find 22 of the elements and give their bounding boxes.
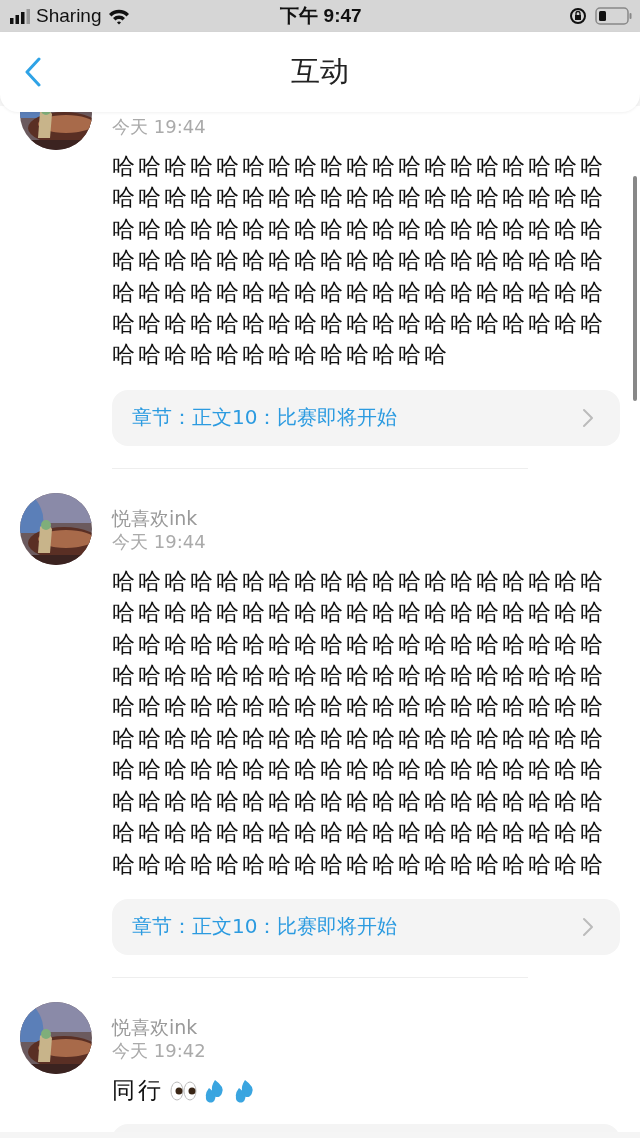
comment-text: 同行 <box>112 1075 164 1105</box>
chevron-icon <box>582 916 594 937</box>
carrier-name: Sharing <box>36 5 102 27</box>
post-time: 今天 19:44 <box>112 529 207 554</box>
chevron-icon <box>582 407 594 428</box>
eyes-icon <box>170 1079 197 1102</box>
comment-text: 哈哈哈哈哈哈哈哈哈哈哈哈哈哈哈哈哈哈哈哈哈哈哈哈哈哈哈哈哈哈哈哈哈哈哈哈哈哈哈哈哈哈哈哈哈哈哈哈哈哈哈哈哈哈哈哈哈哈哈哈哈哈哈哈哈哈哈哈哈哈哈哈哈哈哈哈哈哈哈哈哈哈哈哈哈哈哈哈哈哈哈哈哈哈哈哈哈哈哈哈哈哈哈哈哈哈哈哈哈哈哈哈哈哈哈哈哈哈哈哈哈哈哈哈哈哈哈 <box>112 152 607 370</box>
user-name: 悦喜欢ink <box>112 505 199 530</box>
wifi-icon <box>107 7 130 25</box>
page-title: 互动 <box>290 53 350 90</box>
scrollbar[interactable] <box>633 176 637 401</box>
post-time: 今天 19:42 <box>112 1038 207 1063</box>
battery-icon <box>595 7 632 25</box>
user-name: 悦喜欢ink <box>112 1014 199 1039</box>
post-time: 今天 19:44 <box>112 115 207 139</box>
rotation-lock-icon <box>569 7 587 25</box>
signal-icon <box>10 8 30 24</box>
chapter-link[interactable]: 章节：正文10：比赛即将开始 <box>112 389 620 446</box>
chapter-link[interactable]: 章节：正文10：比赛即将开始 <box>112 898 620 955</box>
back-icon <box>24 57 42 87</box>
clock-time: 下午 9:47 <box>280 4 362 28</box>
comment-text: 哈哈哈哈哈哈哈哈哈哈哈哈哈哈哈哈哈哈哈哈哈哈哈哈哈哈哈哈哈哈哈哈哈哈哈哈哈哈哈哈哈哈哈哈哈哈哈哈哈哈哈哈哈哈哈哈哈哈哈哈哈哈哈哈哈哈哈哈哈哈哈哈哈哈哈哈哈哈哈哈哈哈哈哈哈哈哈哈哈哈哈哈哈哈哈哈哈哈哈哈哈哈哈哈哈哈哈哈哈哈哈哈哈哈哈哈哈哈哈哈哈哈哈哈哈哈哈哈哈哈哈哈哈哈哈哈哈哈哈哈哈哈哈哈哈哈哈哈哈哈哈哈哈哈哈哈哈哈哈哈哈哈哈哈哈哈哈哈哈哈哈哈哈哈哈哈哈哈哈哈哈哈哈哈哈哈哈哈哈哈 <box>112 566 607 879</box>
